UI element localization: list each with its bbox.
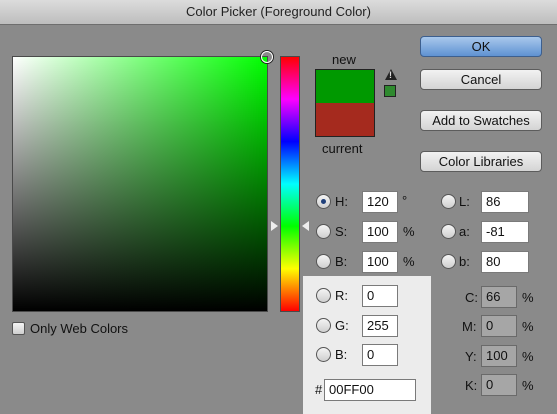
brightness-label: B: bbox=[335, 254, 348, 269]
only-web-colors-checkbox[interactable] bbox=[12, 322, 25, 335]
green-label: G: bbox=[335, 318, 349, 333]
yellow-label: Y: bbox=[465, 349, 477, 364]
red-field[interactable]: 0 bbox=[362, 285, 398, 307]
lab-b-field[interactable]: 80 bbox=[481, 251, 529, 273]
lab-l-label: L: bbox=[459, 194, 470, 209]
lab-l-field[interactable]: 86 bbox=[481, 191, 529, 213]
window-title: Color Picker (Foreground Color) bbox=[0, 0, 557, 25]
current-color-label: current bbox=[322, 141, 363, 156]
lab-l-radio[interactable] bbox=[441, 194, 456, 209]
new-color-swatch bbox=[315, 69, 375, 103]
hue-label: H: bbox=[335, 194, 348, 209]
color-field-marker[interactable] bbox=[261, 51, 273, 63]
red-label: R: bbox=[335, 288, 348, 303]
new-color-label: new bbox=[332, 52, 356, 67]
saturation-field[interactable]: 100 bbox=[362, 221, 398, 243]
lab-b-label: b: bbox=[459, 254, 470, 269]
green-radio[interactable] bbox=[316, 318, 331, 333]
lab-a-radio[interactable] bbox=[441, 224, 456, 239]
hex-field[interactable]: 00FF00 bbox=[324, 379, 416, 401]
hue-slider-right-arrow-icon[interactable] bbox=[302, 221, 309, 231]
lab-b-radio[interactable] bbox=[441, 254, 456, 269]
blue-label: B: bbox=[335, 347, 348, 362]
green-field[interactable]: 255 bbox=[362, 315, 398, 337]
cancel-button[interactable]: Cancel bbox=[420, 69, 542, 90]
hue-slider[interactable] bbox=[280, 56, 300, 312]
blue-radio[interactable] bbox=[316, 347, 331, 362]
current-color-swatch[interactable] bbox=[315, 103, 375, 137]
cyan-label: C: bbox=[465, 290, 478, 305]
black-unit: % bbox=[522, 378, 534, 393]
lab-a-label: a: bbox=[459, 224, 470, 239]
blue-field[interactable]: 0 bbox=[362, 344, 398, 366]
brightness-radio[interactable] bbox=[316, 254, 331, 269]
hue-field[interactable]: 120 bbox=[362, 191, 398, 213]
lab-a-field[interactable]: -81 bbox=[481, 221, 529, 243]
color-field[interactable] bbox=[12, 51, 273, 312]
magenta-label: M: bbox=[462, 319, 477, 334]
saturation-unit: % bbox=[403, 224, 415, 239]
add-to-swatches-button[interactable]: Add to Swatches bbox=[420, 110, 542, 131]
red-radio[interactable] bbox=[316, 288, 331, 303]
yellow-unit: % bbox=[522, 349, 534, 364]
brightness-unit: % bbox=[403, 254, 415, 269]
brightness-field[interactable]: 100 bbox=[362, 251, 398, 273]
cyan-unit: % bbox=[522, 290, 534, 305]
hex-label: # bbox=[315, 382, 323, 397]
color-libraries-button[interactable]: Color Libraries bbox=[420, 151, 542, 172]
warning-triangle-icon[interactable] bbox=[385, 69, 397, 80]
black-field[interactable]: 0 bbox=[481, 374, 517, 396]
websafe-color-icon[interactable] bbox=[384, 85, 396, 97]
saturation-radio[interactable] bbox=[316, 224, 331, 239]
hue-slider-left-arrow-icon[interactable] bbox=[271, 221, 278, 231]
cyan-field[interactable]: 66 bbox=[481, 286, 517, 308]
saturation-label: S: bbox=[335, 224, 348, 239]
hue-unit: ° bbox=[402, 193, 408, 208]
yellow-field[interactable]: 100 bbox=[481, 345, 517, 367]
ok-button[interactable]: OK bbox=[420, 36, 542, 57]
hue-radio[interactable] bbox=[316, 194, 331, 209]
magenta-field[interactable]: 0 bbox=[481, 315, 517, 337]
black-label: K: bbox=[465, 378, 478, 393]
magenta-unit: % bbox=[522, 319, 534, 334]
only-web-colors-label: Only Web Colors bbox=[30, 321, 129, 336]
